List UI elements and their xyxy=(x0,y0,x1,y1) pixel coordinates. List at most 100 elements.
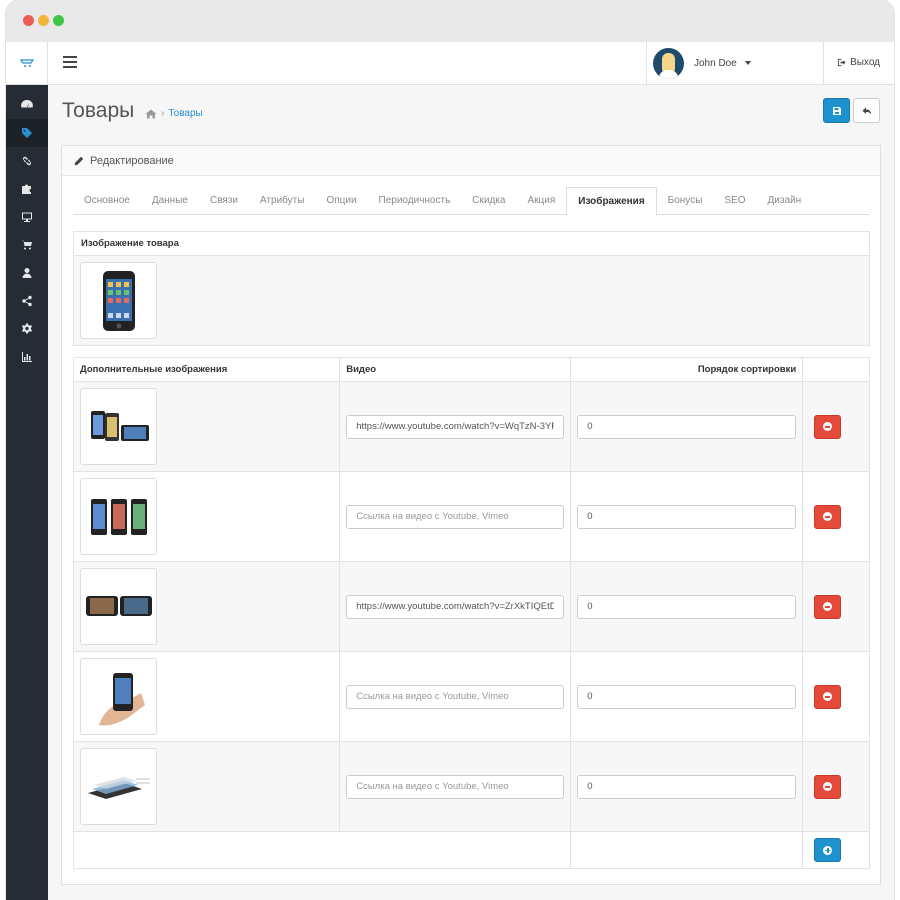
main-content: Товары › Товары Редактирование Основное … xyxy=(48,85,894,900)
tab-bar: Основное Данные Связи Атрибуты Опции Пер… xyxy=(73,187,869,216)
add-image-button[interactable] xyxy=(814,838,842,862)
minus-circle-icon xyxy=(823,692,833,701)
menu-toggle-icon[interactable] xyxy=(63,56,77,69)
additional-image-thumb[interactable] xyxy=(80,658,157,735)
sidebar-item-customers[interactable] xyxy=(6,259,48,287)
sidebar-item-reports[interactable] xyxy=(6,343,48,371)
tab-design[interactable]: Дизайн xyxy=(757,187,813,214)
panel-heading: Редактирование xyxy=(62,146,880,176)
additional-images-header: Дополнительные изображения xyxy=(72,357,341,382)
video-url-input[interactable] xyxy=(346,414,565,439)
logo[interactable] xyxy=(6,42,48,84)
video-url-input[interactable] xyxy=(346,684,565,709)
remove-image-button[interactable] xyxy=(814,504,842,529)
tab-links[interactable]: Связи xyxy=(199,187,249,214)
breadcrumb: › Товары xyxy=(145,108,203,119)
tab-attributes[interactable]: Атрибуты xyxy=(249,187,315,214)
save-icon xyxy=(832,106,841,115)
main-image-thumb[interactable] xyxy=(80,262,157,339)
home-icon[interactable] xyxy=(145,109,157,119)
remove-image-button[interactable] xyxy=(814,594,842,619)
sidebar-item-modules[interactable] xyxy=(6,175,48,203)
sidebar-item-design[interactable] xyxy=(6,203,48,231)
panel-title: Редактирование xyxy=(90,154,174,167)
table-row xyxy=(72,561,870,652)
gear-icon xyxy=(22,323,32,334)
additional-image-thumb[interactable] xyxy=(80,388,157,465)
breadcrumb-products[interactable]: Товары xyxy=(168,108,202,119)
additional-image-thumb[interactable] xyxy=(80,478,157,555)
sidebar-item-catalog[interactable] xyxy=(6,119,48,147)
sidebar-item-marketing[interactable] xyxy=(6,287,48,315)
sort-order-header: Порядок сортировки xyxy=(570,357,804,382)
share-icon xyxy=(22,295,32,307)
tab-reward[interactable]: Бонусы xyxy=(657,187,714,214)
window-chrome xyxy=(6,0,894,42)
tab-discount[interactable]: Скидка xyxy=(461,187,516,214)
user-icon xyxy=(22,268,32,278)
tab-data[interactable]: Данные xyxy=(141,187,199,214)
phones-image xyxy=(90,498,147,535)
logout-link[interactable]: Выход xyxy=(837,57,880,68)
page-title: Товары xyxy=(62,99,135,122)
tab-seo[interactable]: SEO xyxy=(713,187,756,214)
dashboard-icon xyxy=(21,99,33,108)
sidebar-item-dashboard[interactable] xyxy=(6,91,48,119)
video-url-input[interactable] xyxy=(346,504,565,529)
sidebar-item-sales[interactable] xyxy=(6,231,48,259)
table-row xyxy=(72,651,870,742)
maximize-window-dot[interactable] xyxy=(53,15,64,26)
table-row xyxy=(72,471,870,562)
tab-special[interactable]: Акция xyxy=(516,187,566,214)
save-button[interactable] xyxy=(823,98,850,123)
minimize-window-dot[interactable] xyxy=(38,15,49,26)
top-header: John Doe Выход xyxy=(6,42,894,85)
video-url-input[interactable] xyxy=(346,594,565,619)
cart-logo-icon xyxy=(19,59,34,67)
sidebar-item-system[interactable] xyxy=(6,315,48,343)
sort-order-input[interactable] xyxy=(577,504,797,529)
sort-order-input[interactable] xyxy=(577,684,797,709)
minus-circle-icon xyxy=(823,422,833,431)
avatar xyxy=(653,47,684,79)
puzzle-icon xyxy=(22,184,31,194)
tab-options[interactable]: Опции xyxy=(315,187,367,214)
phones-image xyxy=(85,595,152,616)
bar-chart-icon xyxy=(22,352,32,362)
tab-images[interactable]: Изображения xyxy=(566,187,657,216)
table-row xyxy=(72,381,870,472)
monitor-icon xyxy=(22,212,32,222)
sidebar-item-extensions[interactable] xyxy=(6,147,48,175)
tab-recurring[interactable]: Периодичность xyxy=(368,187,462,214)
minus-circle-icon xyxy=(823,512,833,521)
user-menu[interactable]: John Doe xyxy=(646,42,824,84)
additional-image-thumb[interactable] xyxy=(80,748,157,825)
back-button[interactable] xyxy=(853,98,880,123)
remove-image-button[interactable] xyxy=(814,684,842,709)
additional-images-table: Дополнительные изображения Видео Порядок… xyxy=(72,357,870,869)
sort-order-input[interactable] xyxy=(577,594,797,619)
table-row xyxy=(72,741,870,832)
hand-phone-image xyxy=(98,672,145,726)
phone-layers-image xyxy=(87,776,150,799)
video-url-input[interactable] xyxy=(346,774,565,799)
sort-order-input[interactable] xyxy=(577,774,797,799)
reply-icon xyxy=(862,107,871,114)
sidebar xyxy=(6,85,48,900)
main-image-header: Изображение товара xyxy=(73,231,870,256)
sign-out-icon xyxy=(837,58,846,67)
edit-panel: Редактирование Основное Данные Связи Атр… xyxy=(61,145,881,885)
phone-image xyxy=(102,270,135,331)
sort-order-input[interactable] xyxy=(577,414,797,439)
remove-image-button[interactable] xyxy=(814,414,842,439)
tab-general[interactable]: Основное xyxy=(73,187,141,214)
additional-image-thumb[interactable] xyxy=(80,568,157,645)
tag-icon xyxy=(22,128,32,138)
plus-circle-icon xyxy=(823,845,833,855)
remove-image-button[interactable] xyxy=(814,774,842,799)
minus-circle-icon xyxy=(823,602,833,611)
browser-window: John Doe Выход Товары › Товары Редактиро… xyxy=(6,0,894,900)
close-window-dot[interactable] xyxy=(23,15,34,26)
phones-image xyxy=(90,410,149,441)
chevron-down-icon xyxy=(744,61,751,65)
